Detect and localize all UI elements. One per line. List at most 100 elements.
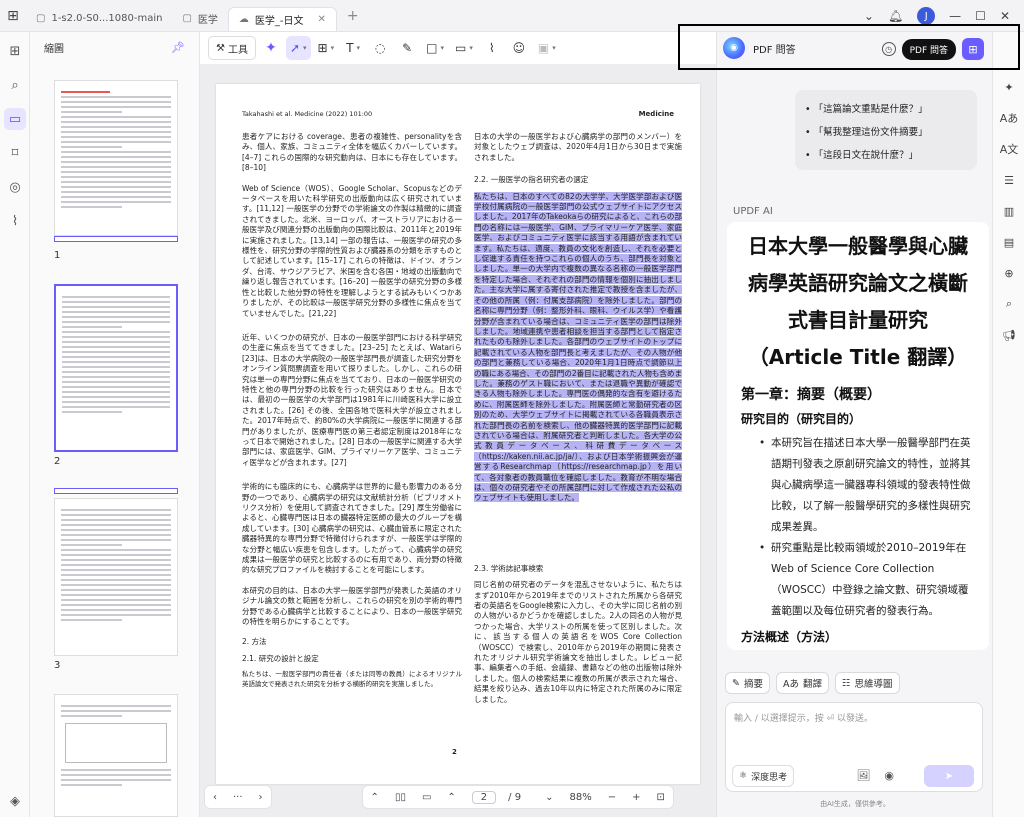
right-column: 日本の大学の一般医学および心臓病学の部門のメンバー）を対象としたウェブ調査は、2… [474,132,682,742]
comment-search-icon[interactable]: ◎ [4,176,26,198]
quick-action-chips: ✎ 摘要 Aあ 翻譯 ☷ 思維導圖 [725,672,900,694]
screenshot-icon[interactable]: ◉ [884,769,894,782]
collapse-icon[interactable]: ⌃ [363,792,387,803]
deep-think-label: 深度思考 [751,772,788,783]
clock-icon[interactable]: ◷ [881,42,896,56]
section-heading: 2. 方法 [242,637,267,647]
mindmap-chip[interactable]: ☷ 思維導圖 [835,672,900,694]
new-tab-icon[interactable]: + [347,8,359,24]
maximize-icon[interactable]: ☐ [975,9,986,23]
thumbnail-page-1[interactable] [54,80,178,236]
chip-label: 思維導圖 [854,679,893,690]
tab-1[interactable]: ▢ 1-s2.0-S0...1080-main [26,7,172,31]
paragraph: Web of Science（WOS）、Google Scholar、Scopu… [242,183,462,318]
chat-icon: ▢ [36,13,46,24]
tooltip: PDF 問答 [901,38,956,60]
summary-chip[interactable]: ✎ 摘要 [725,672,770,694]
input-icons: 🖼︎ ◉ [856,769,894,782]
paragraph: 患者ケアにおける coverage、患者の複雑性、personalityを含み、… [242,132,462,173]
zoom-level[interactable]: 88% [561,792,599,803]
chevron-left-icon[interactable]: ‹ [205,792,225,803]
avatar[interactable]: J [917,7,936,25]
form-icon[interactable]: ☰ [998,169,1020,191]
zoom-in-icon[interactable]: + [624,792,648,803]
send-button[interactable]: ➤ [924,765,974,787]
chevron-down-icon[interactable]: ⌄ [864,9,874,23]
select-tool-button[interactable]: ➚ ▾ [285,36,311,60]
search-icon[interactable]: ⌕ [4,74,26,96]
translate-doc-icon[interactable]: Aあ [998,107,1020,129]
book-view-icon[interactable]: ▯▯ [387,792,414,803]
thumbnail-divider [54,236,178,242]
highlighted-text[interactable]: 私たちは、日本のすべての82の大学学、大学医学部および医学校付属病院の一般医学部… [474,191,682,503]
sparkle-chat-icon[interactable]: ✦ [998,76,1020,98]
page-down-icon[interactable]: ⌄ [537,792,561,803]
tab-2[interactable]: ▢ 医学 [172,7,227,31]
sticker-tool-button[interactable]: ☺ [507,36,531,60]
page-input[interactable]: 2 [471,790,497,804]
file-plus-icon[interactable]: ⊕ [998,262,1020,284]
subsection-heading: 2.3. 学術誌記事検索 [474,563,544,573]
thumbnail-page-3[interactable] [54,498,178,656]
image-upload-icon[interactable]: 🖼︎ [856,769,870,782]
left-icon-rail: ⊞ ⌕ ▭ ⌑ ◎ ⌇ ◈ [0,32,30,817]
attach-tool-button[interactable]: ⌇ [480,36,504,60]
chevron-right-icon[interactable]: › [251,792,271,803]
tab-3[interactable]: ☁ 医学_-日文 ✕ [227,6,337,31]
translate-chip[interactable]: Aあ 翻譯 [775,672,829,694]
megaphone-icon[interactable]: 📢︎ [998,324,1020,346]
ai-sparkle-icon[interactable]: ✦ [259,36,283,60]
textbox-icon: ⊞ [317,41,328,55]
comment-tool-button[interactable]: ◌ [368,36,392,60]
attachment-icon[interactable]: ⌇ [4,210,26,232]
close-window-icon[interactable]: ✕ [1000,9,1010,23]
selected-text-block[interactable]: 私たちは、日本のすべての82の大学学、大学医学部および医学校付属病院の一般医学部… [474,191,682,504]
textbox-tool-button[interactable]: ⊞ ▾ [314,36,339,60]
pdf-qa-button[interactable]: ⊞ [962,38,984,60]
zoom-out-icon[interactable]: − [600,792,624,803]
more-icon[interactable]: ··· [225,792,251,803]
pages-icon[interactable]: ▭ [4,108,26,130]
folder-icon[interactable]: ▤ [998,231,1020,253]
paragraph: 本研究の目的は、日本の大学一般医学部門が発表した英語のオリジナル論文の数と範囲を… [242,585,462,627]
answer-heading: 第一章：摘要（概要） [741,387,881,403]
thumbnail-page-4[interactable] [54,694,178,817]
bell-icon[interactable]: 🔔︎ [888,9,903,23]
page-up-icon[interactable]: ⌃ [439,792,463,803]
cursor-icon: ➚ [289,41,301,55]
thumbnail-page-2[interactable] [54,284,178,452]
chat-input[interactable]: 輸入 / 以選擇提示，按 ⏎ 以發送。 ⚛ 深度思考 🖼︎ ◉ ➤ [725,702,983,792]
search-doc-icon[interactable]: ⌕ [998,293,1020,315]
stamp-tool-button[interactable]: ▣ ▾ [534,36,560,60]
layers-icon[interactable]: ◈ [4,790,26,812]
tools-label: 工具 [227,44,248,56]
ai-assistant-icon[interactable]: ◉ [723,37,745,59]
paragraph: 近年、いくつかの研究が、日本の一般医学部門における科学研究の生産に焦点を当ててき… [242,332,462,467]
close-tab-icon[interactable]: ✕ [318,14,326,25]
present-icon[interactable]: ▭ [414,792,439,803]
suggestion-item[interactable]: 「幫我整理這份文件摘要」 [805,121,967,144]
minimize-icon[interactable]: — [949,9,961,23]
summary-icon: ✎ [732,677,740,689]
tab-2-label: 医学 [197,15,218,26]
text-tool-button[interactable]: T ▾ [341,36,365,60]
home-grid-icon[interactable]: ⊞ [0,0,26,32]
shape-tool-button[interactable]: □ ▾ [422,36,448,60]
translate-page-icon[interactable]: A文 [998,138,1020,160]
suggestion-item[interactable]: 「這段日文在說什麼？」 [805,144,967,167]
thumbnail-number: 2 [54,456,61,467]
fit-page-icon[interactable]: ⊡ [649,792,673,803]
pin-icon[interactable]: 📌︎ [171,41,185,54]
panel-title: PDF 問答 [753,44,796,56]
rectangle-icon: □ [426,41,438,55]
book-icon[interactable]: ▥ [998,200,1020,222]
tools-button[interactable]: ⚒ 工具 [208,36,256,60]
pen-tool-button[interactable]: ✎ [395,36,419,60]
measure-tool-button[interactable]: ▭ ▾ [451,36,477,60]
deep-think-toggle[interactable]: ⚛ 深度思考 [732,765,795,787]
deep-think-icon: ⚛ [739,771,748,781]
suggestion-item[interactable]: 「這篇論文重點是什麼？」 [805,98,967,121]
grid-icon[interactable]: ⊞ [4,40,26,62]
toolbox-icon: ⚒ [216,42,225,54]
bookmark-icon[interactable]: ⌑ [4,142,26,164]
